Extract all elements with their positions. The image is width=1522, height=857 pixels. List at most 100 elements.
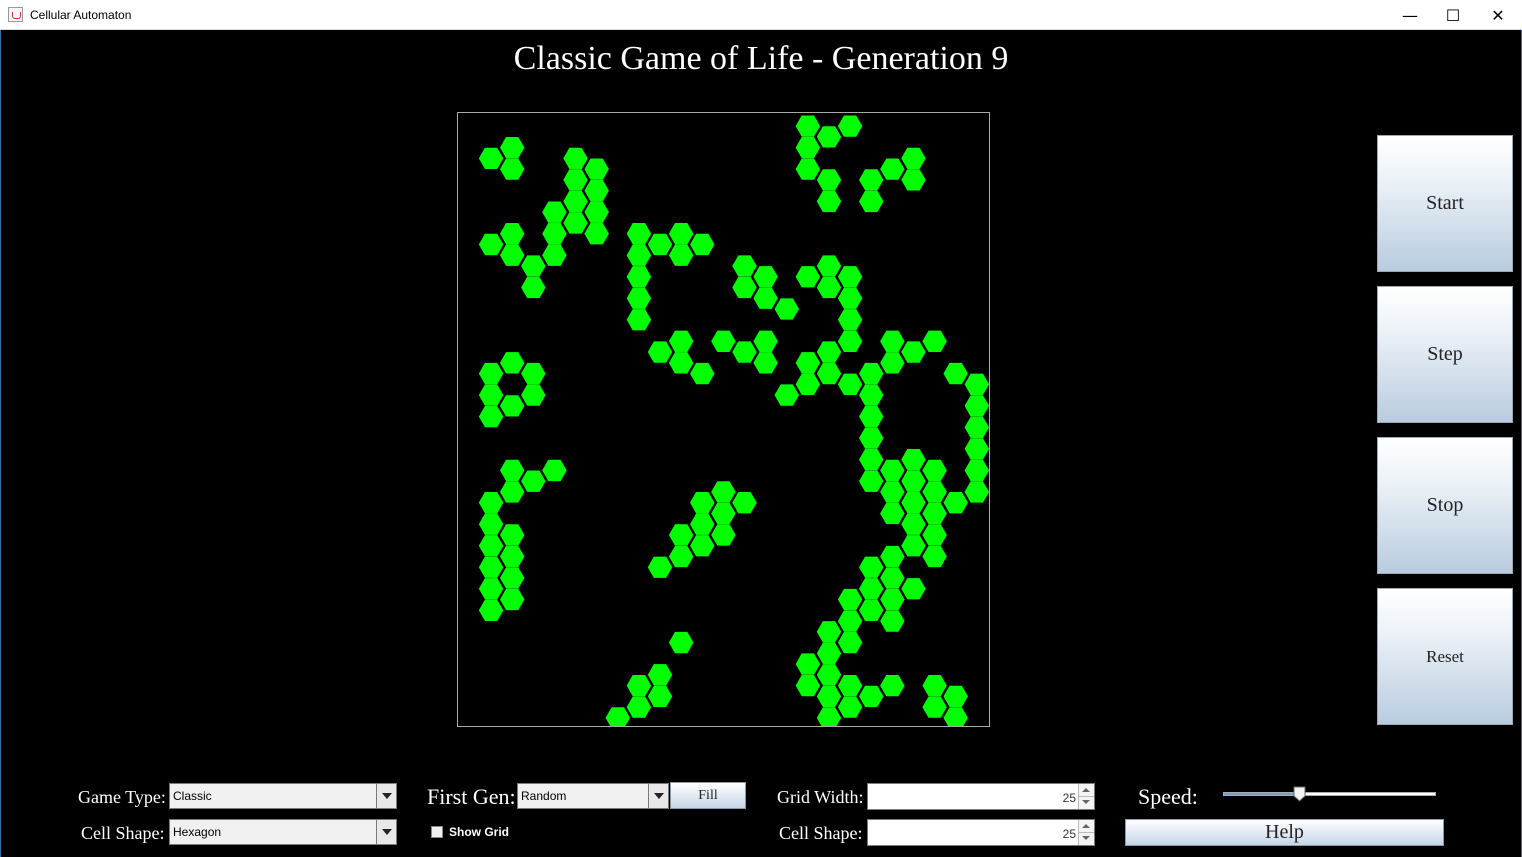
help-button[interactable]: Help — [1125, 819, 1444, 846]
live-cell[interactable] — [816, 341, 842, 363]
live-cell[interactable] — [858, 470, 884, 492]
live-cell[interactable] — [499, 158, 525, 180]
live-cell[interactable] — [668, 352, 694, 374]
live-cell[interactable] — [626, 696, 652, 718]
live-cell[interactable] — [816, 664, 842, 686]
live-cell[interactable] — [478, 556, 504, 578]
cell-size-spinner[interactable]: 25 — [867, 819, 1095, 846]
live-cell[interactable] — [521, 362, 546, 385]
live-cell[interactable] — [690, 513, 715, 535]
live-cell[interactable] — [858, 599, 884, 621]
live-cell[interactable] — [774, 384, 800, 406]
live-cell[interactable] — [499, 352, 525, 374]
minimize-button[interactable]: — — [1387, 0, 1433, 30]
live-cell[interactable] — [816, 362, 842, 385]
step-button[interactable]: Step — [1377, 286, 1513, 423]
live-cell[interactable] — [732, 276, 757, 299]
live-cell[interactable] — [901, 147, 926, 170]
live-cell[interactable] — [880, 502, 905, 525]
live-cell[interactable] — [478, 405, 504, 428]
live-cell[interactable] — [626, 266, 652, 288]
live-cell[interactable] — [499, 481, 525, 503]
live-cell[interactable] — [499, 588, 525, 611]
live-cell[interactable] — [499, 567, 525, 589]
live-cell[interactable] — [711, 502, 736, 525]
live-cell[interactable] — [499, 244, 525, 266]
live-cell[interactable] — [668, 631, 694, 654]
live-cell[interactable] — [880, 588, 905, 611]
live-cell[interactable] — [563, 169, 588, 191]
live-cell[interactable] — [605, 707, 631, 727]
live-cell[interactable] — [478, 535, 504, 557]
live-cell[interactable] — [753, 352, 778, 374]
live-cell[interactable] — [690, 362, 715, 385]
live-cell[interactable] — [880, 610, 905, 632]
live-cell[interactable] — [880, 545, 905, 568]
live-cell[interactable] — [647, 685, 673, 708]
live-cell[interactable] — [816, 276, 842, 299]
chevron-down-icon[interactable] — [376, 820, 396, 844]
live-cell[interactable] — [837, 266, 863, 288]
live-cell[interactable] — [499, 223, 525, 245]
live-cell[interactable] — [647, 664, 673, 686]
live-cell[interactable] — [922, 696, 947, 718]
live-cell[interactable] — [795, 136, 821, 159]
live-cell[interactable] — [542, 459, 567, 482]
live-cell[interactable] — [816, 621, 842, 643]
live-cell[interactable] — [478, 599, 504, 621]
live-cell[interactable] — [795, 158, 821, 180]
live-cell[interactable] — [901, 578, 926, 600]
live-cell[interactable] — [837, 330, 863, 352]
live-cell[interactable] — [922, 459, 947, 482]
arrow-up-icon[interactable] — [1082, 788, 1090, 792]
live-cell[interactable] — [964, 373, 990, 395]
live-cell[interactable] — [626, 287, 652, 309]
live-cell[interactable] — [943, 685, 968, 708]
live-cell[interactable] — [922, 524, 947, 546]
live-cell[interactable] — [647, 341, 673, 363]
live-cell[interactable] — [795, 653, 821, 675]
live-cell[interactable] — [816, 685, 842, 708]
grid-width-spinner[interactable]: 25 — [867, 783, 1095, 810]
live-cell[interactable] — [521, 384, 546, 406]
live-cell[interactable] — [795, 115, 821, 137]
live-cell[interactable] — [499, 459, 525, 482]
live-cell[interactable] — [478, 362, 504, 385]
live-cell[interactable] — [668, 244, 694, 266]
live-cell[interactable] — [964, 438, 990, 460]
live-cell[interactable] — [711, 481, 736, 503]
live-cell[interactable] — [858, 190, 884, 213]
live-cell[interactable] — [858, 427, 884, 449]
live-cell[interactable] — [732, 341, 757, 363]
close-button[interactable]: ✕ — [1475, 0, 1521, 30]
live-cell[interactable] — [563, 190, 588, 213]
live-cell[interactable] — [690, 492, 715, 514]
live-cell[interactable] — [584, 223, 609, 245]
live-cell[interactable] — [795, 674, 821, 697]
live-cell[interactable] — [858, 685, 884, 708]
live-cell[interactable] — [837, 610, 863, 632]
live-cell[interactable] — [880, 330, 905, 352]
fill-button[interactable]: Fill — [670, 782, 746, 809]
live-cell[interactable] — [922, 330, 947, 352]
live-cell[interactable] — [795, 352, 821, 374]
live-cell[interactable] — [563, 147, 588, 170]
maximize-button[interactable]: ☐ — [1430, 0, 1476, 30]
live-cell[interactable] — [626, 244, 652, 266]
live-cell[interactable] — [478, 147, 504, 170]
chevron-down-icon[interactable] — [648, 784, 668, 808]
live-cell[interactable] — [880, 481, 905, 503]
automaton-board[interactable] — [457, 112, 990, 727]
arrow-up-icon[interactable] — [1082, 824, 1090, 828]
live-cell[interactable] — [753, 287, 778, 309]
live-cell[interactable] — [563, 212, 588, 234]
live-cell[interactable] — [880, 567, 905, 589]
live-cell[interactable] — [922, 502, 947, 525]
live-cell[interactable] — [499, 524, 525, 546]
arrow-down-icon[interactable] — [1082, 836, 1090, 840]
live-cell[interactable] — [732, 492, 757, 514]
live-cell[interactable] — [901, 535, 926, 557]
live-cell[interactable] — [626, 223, 652, 245]
live-cell[interactable] — [499, 545, 525, 568]
live-cell[interactable] — [943, 362, 968, 385]
